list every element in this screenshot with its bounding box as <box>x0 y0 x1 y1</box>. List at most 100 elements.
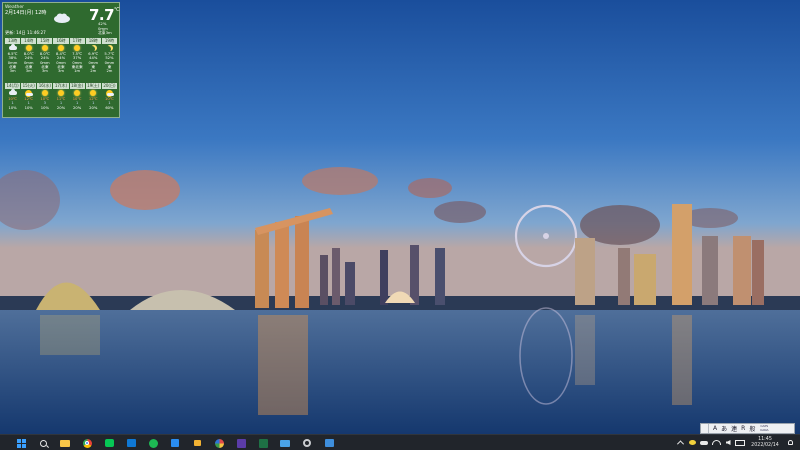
day-cell: 14(月) 10℃ 1 10% <box>5 83 21 110</box>
day-label: 17(木) <box>53 83 69 89</box>
hour-cell: 15時 8.0℃ 24% 0mm 北東 3m <box>37 38 53 73</box>
taskbar: 11:45 2022/02/14 <box>0 434 800 450</box>
hour-cell: 18時 6.9℃ 44% 0mm 東 2m <box>85 38 101 73</box>
day-cell: 16(水) 10℃ 3 10% <box>37 83 53 110</box>
day-cell: 15(火) 12℃ 1 10% <box>21 83 37 110</box>
hour-cell: 14時 8.0℃ 24% 0mm 北東 3m <box>21 38 37 73</box>
hour-wind-speed: 2m <box>106 69 113 73</box>
day-cell: 19(土) 12℃ 1 20% <box>85 83 101 110</box>
calendar-icon <box>171 439 179 447</box>
hourly-forecast: 13時 6.5℃ 38% 0mm 北東 3m 14時 8.0℃ 24% 0mm … <box>5 38 117 73</box>
weather-date: 2月14日(月) 12時 <box>5 10 47 16</box>
notification-icon <box>787 440 793 445</box>
day-label: 20(日) <box>101 83 117 89</box>
paint-icon <box>214 438 224 448</box>
day-pop: 10% <box>8 105 17 110</box>
hour-wind-speed: 2m <box>90 69 97 73</box>
wind: 北東3m <box>98 30 112 36</box>
clock-date: 2022/02/14 <box>751 443 779 448</box>
battery-button[interactable] <box>734 436 746 450</box>
start-button[interactable] <box>10 436 32 450</box>
photos-button[interactable] <box>318 436 340 450</box>
search-button[interactable] <box>32 436 54 450</box>
line-button[interactable] <box>98 436 120 450</box>
battery-icon <box>735 439 745 446</box>
day-pop: 10% <box>24 105 33 110</box>
sun-icon <box>57 90 64 96</box>
hour-wind-speed: 3m <box>58 69 64 73</box>
volume-icon <box>725 440 731 445</box>
ime-lock-status: CAPS KANA <box>760 425 768 432</box>
sun-icon <box>41 45 48 51</box>
system-tray: 11:45 2022/02/14 <box>674 435 796 450</box>
sun-icon <box>41 90 48 96</box>
network-button[interactable] <box>710 436 722 450</box>
mail-button[interactable] <box>274 436 296 450</box>
hour-cell: 13時 6.5℃ 38% 0mm 北東 3m <box>5 38 21 73</box>
start-icon <box>16 438 26 448</box>
chevron-up-icon <box>676 440 684 448</box>
ime-drag-handle[interactable] <box>701 424 709 433</box>
settings-icon <box>303 439 311 447</box>
cloud-icon <box>8 44 17 50</box>
sun-icon <box>25 45 32 51</box>
hour-cell: 16時 8.4℃ 24% 0mm 北東 3m <box>53 38 69 73</box>
hour-wind-speed: 1m <box>74 69 81 73</box>
mail-icon <box>280 439 290 447</box>
sun-icon <box>74 90 81 96</box>
excel-button[interactable] <box>252 436 274 450</box>
hour-cell: 17時 7.5℃ 37% 0mm 東北東 1m <box>69 38 85 73</box>
chrome-icon <box>82 438 92 448</box>
volume-button[interactable] <box>722 436 734 450</box>
day-label: 19(土) <box>85 83 101 89</box>
lock-icon <box>193 440 201 446</box>
daily-forecast: 14(月) 10℃ 1 10% 15(火) 12℃ 1 10% 16(水) 10… <box>5 83 117 110</box>
day-label: 16(水) <box>37 83 53 89</box>
sun-cloud-icon <box>25 89 34 97</box>
sun-icon <box>74 45 81 51</box>
hour-cell: 19時 5.7℃ 52% 0mm 東 2m <box>101 38 117 73</box>
show-hidden-icons-button[interactable] <box>674 436 686 450</box>
chrome-button[interactable] <box>76 436 98 450</box>
sv-button[interactable] <box>230 436 252 450</box>
wifi-icon <box>711 440 721 445</box>
lemon-icon <box>688 440 696 445</box>
temperature-unit: ℃ <box>114 7 120 13</box>
moon-icon <box>89 46 95 52</box>
spotify-button[interactable] <box>142 436 164 450</box>
lock-button[interactable] <box>186 436 208 450</box>
ime-toolbar[interactable]: A あ 連 R 般 CAPS KANA <box>700 423 795 434</box>
day-pop: 60% <box>105 105 114 110</box>
line-icon <box>104 439 114 447</box>
ime-romaji-mode[interactable]: R <box>739 425 747 432</box>
cloud-icon <box>54 13 70 23</box>
desktop-wallpaper <box>0 0 800 434</box>
day-cell: 17(木) 11℃ 1 20% <box>53 83 69 110</box>
weather-current: Weather 2月14日(月) 12時 7.7 ℃ 42% 0mm 北東3m <box>5 5 120 35</box>
clock[interactable]: 11:45 2022/02/14 <box>746 436 784 449</box>
excel-icon <box>258 438 268 448</box>
notifications-button[interactable] <box>784 436 796 450</box>
calendar-button[interactable] <box>164 436 186 450</box>
settings-button[interactable] <box>296 436 318 450</box>
weather-widget[interactable]: Weather 2月14日(月) 12時 7.7 ℃ 42% 0mm 北東3m … <box>2 2 120 118</box>
tray-app-lemon[interactable] <box>686 436 698 450</box>
paint-button[interactable] <box>208 436 230 450</box>
cloud-icon <box>8 89 17 95</box>
file-explorer-button[interactable] <box>54 436 76 450</box>
sun-icon <box>57 45 64 51</box>
ime-input-mode[interactable]: あ <box>719 424 729 433</box>
ime-dictionary[interactable]: 般 <box>747 424 757 433</box>
ime-conversion-mode[interactable]: 連 <box>729 424 739 433</box>
day-label: 15(火) <box>21 83 37 89</box>
weather-details: 42% 0mm 北東3m <box>98 21 112 36</box>
onedrive-button[interactable] <box>698 436 710 450</box>
day-pop: 20% <box>56 105 66 110</box>
photos-icon <box>324 439 334 447</box>
day-pop: 20% <box>73 105 82 110</box>
ime-mode-a[interactable]: A <box>711 425 719 432</box>
kana-indicator: KANA <box>760 427 769 432</box>
store-button[interactable] <box>120 436 142 450</box>
day-cell: 20(日) 10℃ 1 60% <box>101 83 117 110</box>
moon-icon <box>105 46 111 52</box>
